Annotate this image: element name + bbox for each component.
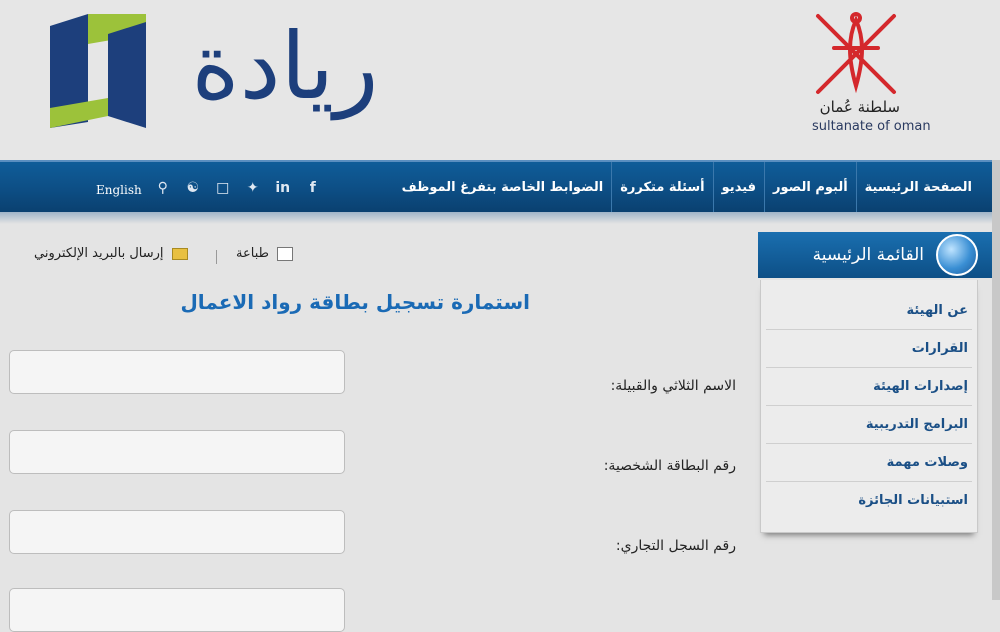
riyada-logo-text[interactable]: ريادة (175, 2, 395, 132)
print-button[interactable]: طباعة (236, 246, 293, 261)
oman-emblem-icon (816, 12, 896, 94)
riyada-logo-mark[interactable] (48, 12, 148, 130)
full-name-input[interactable] (9, 350, 345, 394)
share-icon[interactable]: ☯ (182, 180, 204, 196)
print-label: طباعة (236, 246, 269, 261)
sidebar-menu: عن الهيئة القرارات إصدارات الهيئة البرام… (766, 292, 972, 519)
linkedin-icon[interactable]: in (272, 180, 294, 196)
facebook-icon[interactable]: f (302, 180, 324, 196)
nav-home[interactable]: الصفحة الرئيسية (855, 162, 980, 214)
government-name-english: sultanate of oman (812, 119, 931, 134)
nav-shadow (0, 212, 1000, 224)
nav-employee-regulations[interactable]: الضوابط الخاصة بتفرغ الموظف (394, 162, 612, 214)
nav-photo-album[interactable]: ألبوم الصور (764, 162, 856, 214)
page-title: استمارة تسجيل بطاقة رواد الاعمال (180, 290, 530, 314)
skype-icon[interactable]: □ (212, 180, 234, 196)
next-field-input[interactable] (9, 588, 345, 632)
language-english-link[interactable]: English (96, 183, 142, 197)
email-label: إرسال بالبريد الإلكتروني (34, 246, 164, 261)
globe-icon (936, 234, 978, 276)
full-name-label: الاسم الثلاثي والقبيلة: (610, 378, 736, 394)
government-name-arabic: سلطنة عُمان (819, 98, 900, 116)
twitter-icon[interactable]: ✦ (242, 180, 264, 196)
sidebar-item-about[interactable]: عن الهيئة (766, 292, 972, 330)
sidebar-item-decisions[interactable]: القرارات (766, 330, 972, 368)
email-button[interactable]: إرسال بالبريد الإلكتروني (34, 246, 188, 261)
sidebar-title: القائمة الرئيسية (812, 245, 924, 265)
envelope-icon (171, 247, 188, 260)
nav-faq[interactable]: أسئلة متكررة (611, 162, 712, 214)
sidebar-item-publications[interactable]: إصدارات الهيئة (766, 368, 972, 406)
sidebar-item-surveys[interactable]: استبيانات الجائزة (766, 482, 972, 519)
nav-video[interactable]: فيديو (712, 162, 764, 214)
page-edge (992, 160, 1000, 600)
id-card-number-label: رقم البطاقة الشخصية: (603, 458, 736, 474)
sidebar-item-training[interactable]: البرامج التدريبية (766, 406, 972, 444)
commercial-register-input[interactable] (9, 510, 345, 554)
search-icon[interactable]: ⚲ (152, 180, 174, 196)
id-card-number-input[interactable] (9, 430, 345, 474)
toolbar-divider (216, 250, 217, 264)
site-header: ريادة سلطنة عُمان sultanate of oman (0, 0, 1000, 160)
social-links: English ⚲ ☯ □ ✦ in f (96, 162, 328, 214)
commercial-register-label: رقم السجل التجاري: (615, 538, 736, 554)
sidebar-item-links[interactable]: وصلات مهمة (766, 444, 972, 482)
print-icon (276, 246, 293, 261)
main-navigation: الصفحة الرئيسية ألبوم الصور فيديو أسئلة … (0, 160, 1000, 214)
